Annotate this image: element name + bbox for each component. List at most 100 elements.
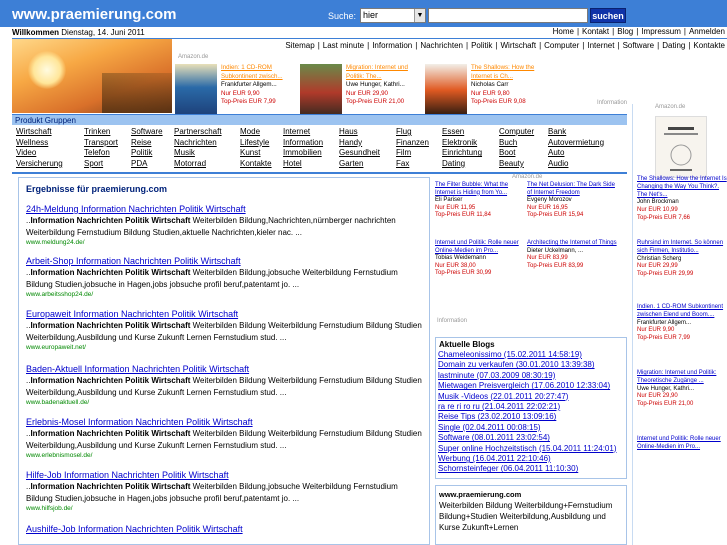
result-url[interactable]: www.meldung24.de/	[26, 239, 426, 246]
blog-link[interactable]: Musik -Videos (22.01.2011 20:27:47)	[438, 392, 568, 401]
nav-sitemap[interactable]: Sitemap	[285, 41, 314, 50]
amazon-product[interactable]: The Filter Bubble: What the Internet is …	[435, 182, 527, 220]
product-group-link[interactable]: Gesundheit	[339, 148, 380, 157]
product-group-link[interactable]: Transport	[84, 138, 118, 147]
product-title[interactable]: Internet und Politik: Rolle neuer Online…	[435, 240, 527, 255]
product-group-link[interactable]: Autovermietung	[548, 138, 604, 147]
book-cover[interactable]	[425, 64, 467, 116]
nav-blog[interactable]: Blog	[617, 27, 633, 36]
result-url[interactable]: www.arbeitsshop24.de/	[26, 291, 426, 298]
product-group-link[interactable]: Film	[396, 148, 411, 157]
amazon-product[interactable]: Indien. 1 CD-ROM Subkontinent zwischen E…	[637, 304, 727, 343]
product-title[interactable]: The Net Delusion: The Dark Side of Inter…	[527, 182, 619, 197]
product-group-link[interactable]: Beauty	[499, 159, 524, 168]
product-group-link[interactable]: Video	[16, 148, 36, 157]
blog-link[interactable]: ra re ri ro ru (21.04.2011 22:02:21)	[438, 402, 560, 411]
product-group-link[interactable]: Information	[283, 138, 323, 147]
nav-internet[interactable]: Internet	[587, 41, 614, 50]
amazon-product[interactable]: Migration: Internet und Politik: Theoret…	[637, 370, 727, 409]
nav-last-minute[interactable]: Last minute	[323, 41, 364, 50]
blog-link[interactable]: Super online Hochzeitstisch (15.04.2011 …	[438, 444, 616, 453]
chevron-down-icon[interactable]: ▼	[414, 9, 425, 22]
nav-information[interactable]: Information	[372, 41, 412, 50]
product-group-link[interactable]: PDA	[131, 159, 147, 168]
blog-link[interactable]: Chameleonissimo (15.02.2011 14:58:19)	[438, 350, 582, 359]
result-url[interactable]: www.badenaktuell.de/	[26, 399, 426, 406]
product-group-link[interactable]: Flug	[396, 127, 412, 136]
nav-software[interactable]: Software	[623, 41, 655, 50]
blog-link[interactable]: lastminute (07.03.2009 08:30:19)	[438, 371, 555, 380]
product-group-link[interactable]: Dating	[442, 159, 465, 168]
search-scope-select[interactable]: hier ▼	[360, 8, 426, 23]
result-title-link[interactable]: Aushilfe-Job Information Nachrichten Pol…	[26, 524, 426, 534]
nav-kontakte[interactable]: Kontakte	[693, 41, 725, 50]
product-group-link[interactable]: Internet	[283, 127, 310, 136]
product-group-link[interactable]: Politik	[131, 148, 152, 157]
product-group-link[interactable]: Buch	[499, 138, 517, 147]
result-title-link[interactable]: Arbeit-Shop Information Nachrichten Poli…	[26, 256, 426, 266]
product-group-link[interactable]: Finanzen	[396, 138, 429, 147]
amazon-product[interactable]: Architecting the Internet of Things Diete…	[527, 240, 619, 270]
site-logo[interactable]: www.praemierung.com	[12, 6, 176, 23]
product-group-link[interactable]: Audio	[548, 159, 568, 168]
blog-link[interactable]: Werbung (16.04.2011 22:10:46)	[438, 454, 551, 463]
product-group-link[interactable]: Musik	[174, 148, 195, 157]
result-title-link[interactable]: Europaweit Information Nachrichten Polit…	[26, 309, 426, 319]
amazon-product[interactable]: Migration: Internet und Politik: The... …	[300, 62, 414, 116]
amazon-product[interactable]: Ruhrsind im Internet. So können sich Fir…	[637, 240, 727, 279]
blog-link[interactable]: Single (02.04.2011 00:08:15)	[438, 423, 541, 432]
product-group-link[interactable]: Essen	[442, 127, 464, 136]
product-title[interactable]: Architecting the Internet of Things	[527, 240, 619, 248]
product-title[interactable]: Indien. 1 CD-ROM Subkontinent zwischen E…	[637, 304, 727, 320]
product-title[interactable]: The Shallows: How the Internet Is Changi…	[637, 176, 727, 199]
product-title[interactable]: Migration: Internet und Politik: The...	[346, 64, 414, 81]
product-group-link[interactable]: Sport	[84, 159, 103, 168]
product-group-link[interactable]: Einrichtung	[442, 148, 482, 157]
result-url[interactable]: www.hilfsjob.de/	[26, 505, 426, 512]
search-input[interactable]	[428, 8, 588, 23]
product-group-link[interactable]: Garten	[339, 159, 363, 168]
amazon-product[interactable]: The Shallows: How the Internet is Ch... …	[425, 62, 538, 116]
amazon-product[interactable]: The Net Delusion: The Dark Side of Inter…	[527, 182, 619, 220]
product-group-link[interactable]: Mode	[240, 127, 260, 136]
search-button[interactable]: suchen	[590, 8, 626, 23]
product-group-link[interactable]: Immobilien	[283, 148, 322, 157]
nav-computer[interactable]: Computer	[544, 41, 579, 50]
book-cover[interactable]	[175, 64, 217, 116]
result-title-link[interactable]: Hilfe-Job Information Nachrichten Politi…	[26, 470, 426, 480]
product-group-link[interactable]: Kunst	[240, 148, 260, 157]
product-group-link[interactable]: Haus	[339, 127, 358, 136]
product-group-link[interactable]: Trinken	[84, 127, 110, 136]
amazon-info-link[interactable]: Information	[597, 100, 627, 106]
product-group-link[interactable]: Computer	[499, 127, 534, 136]
book-cover[interactable]	[655, 116, 707, 178]
product-group-link[interactable]: Lifestyle	[240, 138, 269, 147]
book-cover[interactable]	[300, 64, 342, 116]
product-group-link[interactable]: Fax	[396, 159, 409, 168]
product-group-link[interactable]: Telefon	[84, 148, 110, 157]
product-group-link[interactable]: Motorrad	[174, 159, 206, 168]
product-group-link[interactable]: Hotel	[283, 159, 302, 168]
blog-link[interactable]: Software (08.01.2011 23:02:54)	[438, 433, 550, 442]
product-group-link[interactable]: Reise	[131, 138, 151, 147]
product-title[interactable]: Migration: Internet und Politik: Theoret…	[637, 370, 727, 386]
blog-link[interactable]: Mietwagen Preisvergleich (17.06.2010 12:…	[438, 381, 610, 390]
amazon-info-link[interactable]: Information	[437, 318, 467, 324]
product-title[interactable]: Internet und Politik: Rolle neuer Online…	[637, 436, 727, 452]
product-group-link[interactable]: Bank	[548, 127, 566, 136]
amazon-product[interactable]: The Shallows: How the Internet Is Changi…	[637, 176, 727, 223]
product-group-link[interactable]: Kontakte	[240, 159, 272, 168]
product-group-link[interactable]: Handy	[339, 138, 362, 147]
nav-anmelden[interactable]: Anmelden	[689, 27, 725, 36]
product-title[interactable]: Ruhrsind im Internet. So können sich Fir…	[637, 240, 727, 256]
blog-link[interactable]: Domain zu verkaufen (30.01.2010 13:39:38…	[438, 360, 595, 369]
amazon-product[interactable]: Internet und Politik: Rolle neuer Online…	[637, 436, 727, 452]
product-group-link[interactable]: Versicherung	[16, 159, 63, 168]
product-title[interactable]: The Filter Bubble: What the Internet is …	[435, 182, 527, 197]
nav-nachrichten[interactable]: Nachrichten	[420, 41, 463, 50]
blog-link[interactable]: Reise Tips (23.02.2010 13:09:16)	[438, 412, 556, 421]
product-group-link[interactable]: Auto	[548, 148, 564, 157]
result-title-link[interactable]: 24h-Meldung Information Nachrichten Poli…	[26, 204, 426, 214]
result-title-link[interactable]: Erlebnis-Mosel Information Nachrichten P…	[26, 417, 426, 427]
product-group-link[interactable]: Partnerschaft	[174, 127, 222, 136]
